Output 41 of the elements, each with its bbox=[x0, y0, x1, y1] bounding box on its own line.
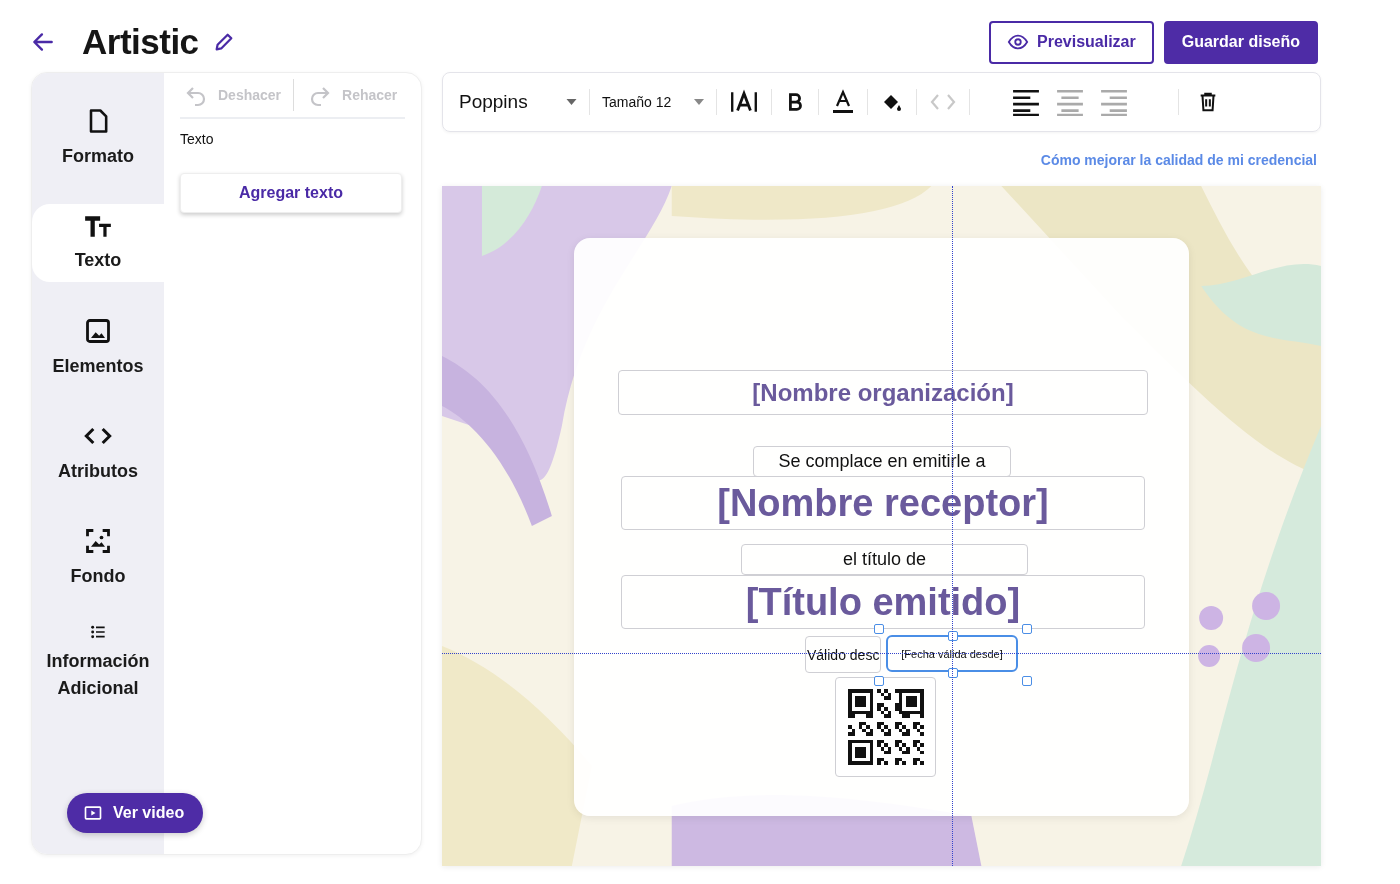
video-button[interactable]: Ver video bbox=[67, 793, 203, 833]
sidebar-item[interactable]: Fondo bbox=[32, 519, 164, 597]
sidebar-item[interactable]: Texto bbox=[32, 204, 164, 282]
caret-icon bbox=[694, 99, 704, 105]
design-title: Artistic bbox=[82, 22, 199, 62]
sidebar-item[interactable]: Formato bbox=[32, 99, 164, 177]
sidebar-label: Información Adicional bbox=[45, 650, 151, 700]
sidebar-label: Formato bbox=[62, 144, 134, 168]
sidebar-item[interactable]: Atributos bbox=[32, 414, 164, 492]
resize-handle[interactable] bbox=[948, 668, 958, 678]
qr-code-field[interactable] bbox=[835, 677, 936, 777]
sidebar-item[interactable]: Elementos bbox=[32, 309, 164, 387]
sidebar-label: Fondo bbox=[70, 564, 126, 588]
caption-text-field[interactable]: Se complace en emitirle a bbox=[753, 446, 1011, 477]
preview-button[interactable]: Previsualizar bbox=[989, 20, 1154, 64]
text-case-icon[interactable] bbox=[729, 89, 759, 115]
resize-handle[interactable] bbox=[874, 624, 884, 634]
qr-code-icon bbox=[847, 689, 924, 765]
sidebar-label: Texto bbox=[74, 248, 122, 272]
text-color-icon[interactable] bbox=[831, 89, 855, 115]
align-left-icon[interactable] bbox=[1012, 88, 1040, 116]
section-label: Texto bbox=[180, 131, 215, 147]
caret-icon bbox=[566, 99, 577, 105]
caption-text-field[interactable]: el título de bbox=[741, 544, 1028, 575]
sidebar-label: Atributos bbox=[58, 459, 138, 483]
add-text-button[interactable]: Agregar texto bbox=[180, 173, 402, 213]
resize-handle[interactable] bbox=[948, 631, 958, 641]
placeholder-text-field[interactable]: [Nombre receptor] bbox=[621, 476, 1145, 530]
resize-handle[interactable] bbox=[1022, 624, 1032, 634]
play-icon bbox=[83, 803, 103, 823]
image-icon bbox=[84, 316, 112, 345]
background-image-icon bbox=[84, 526, 112, 555]
font-select[interactable]: Poppins bbox=[459, 91, 577, 113]
resize-handle[interactable] bbox=[874, 676, 884, 686]
resize-handle[interactable] bbox=[1022, 676, 1032, 686]
organization-name-field[interactable]: [Nombre organización] bbox=[618, 370, 1148, 415]
sidebar-item[interactable]: Información Adicional bbox=[32, 624, 164, 702]
save-button[interactable]: Guardar diseño bbox=[1163, 20, 1318, 64]
size-select[interactable]: Tamaño 12 bbox=[602, 94, 704, 110]
sidebar-label: Elementos bbox=[52, 354, 144, 378]
placeholder-text-field[interactable]: [Título emitido] bbox=[621, 575, 1145, 629]
